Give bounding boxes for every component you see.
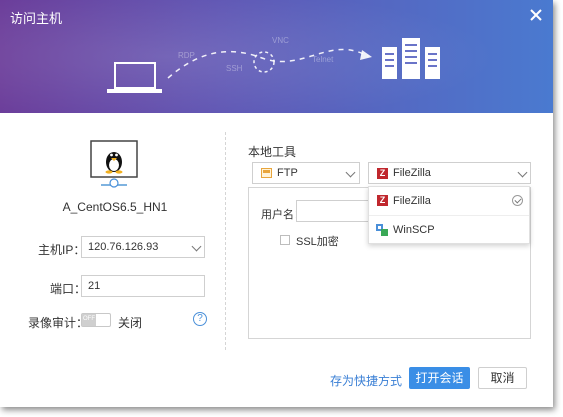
chevron-down-icon: [191, 241, 202, 252]
client-value: FileZilla: [393, 167, 431, 179]
protocol-select[interactable]: FTP: [252, 162, 360, 184]
audit-toggle[interactable]: OFF: [81, 313, 111, 327]
save-shortcut-button[interactable]: 存为快捷方式: [330, 372, 402, 389]
port-value: 21: [88, 280, 101, 292]
dialog-title: 访问主机: [10, 11, 63, 26]
username-input[interactable]: [296, 200, 376, 222]
cancel-button[interactable]: 取消: [478, 367, 527, 389]
host-ip-value: 120.76.126.93: [88, 241, 159, 253]
host-ip-label: 主机IP：: [38, 243, 86, 257]
port-input[interactable]: 21: [81, 275, 205, 297]
ssl-label: SSL加密: [296, 236, 339, 248]
help-icon[interactable]: ?: [193, 312, 207, 326]
protocol-label-ssh: SSH: [226, 64, 243, 73]
linux-host-icon: [90, 140, 138, 188]
filezilla-icon: Z: [377, 195, 388, 206]
close-icon[interactable]: [527, 6, 545, 24]
protocol-label-vnc: VNC: [272, 36, 289, 45]
host-ip-select[interactable]: 120.76.126.93: [81, 236, 205, 258]
filezilla-icon: Z: [377, 168, 388, 179]
ssl-checkbox[interactable]: [280, 235, 290, 245]
open-session-button[interactable]: 打开会话: [409, 367, 470, 389]
protocol-label-telnet: Telnet: [312, 55, 334, 64]
toggle-off-text: OFF: [83, 316, 95, 322]
client-dropdown-menu: Z FileZilla WinSCP: [368, 186, 530, 244]
local-tools-label: 本地工具: [248, 145, 297, 159]
audit-state-label: 关闭: [118, 316, 143, 330]
dialog-header: RDP SSH VNC Telnet 访问主机: [0, 0, 553, 113]
client-select[interactable]: Z FileZilla: [368, 162, 531, 184]
winscp-icon: [376, 224, 388, 236]
host-name: A_CentOS6.5_HN1: [62, 200, 168, 214]
menu-item-winscp[interactable]: WinSCP: [369, 216, 529, 244]
checkmark-icon: [512, 195, 523, 206]
ftp-icon: [261, 168, 272, 178]
protocol-value: FTP: [277, 167, 298, 179]
column-divider: [225, 132, 226, 350]
chevron-down-icon: [517, 167, 528, 178]
menu-item-label: FileZilla: [393, 195, 431, 207]
menu-item-label: WinSCP: [393, 224, 435, 236]
audit-label: 录像审计：: [28, 316, 89, 330]
protocol-label-rdp: RDP: [178, 51, 195, 60]
menu-item-filezilla[interactable]: Z FileZilla: [369, 187, 529, 215]
access-host-dialog: RDP SSH VNC Telnet 访问主机 A_CentOS6.5_HN1 …: [0, 0, 553, 407]
banner-illustration: RDP SSH VNC Telnet: [0, 0, 553, 113]
chevron-down-icon: [345, 167, 356, 178]
